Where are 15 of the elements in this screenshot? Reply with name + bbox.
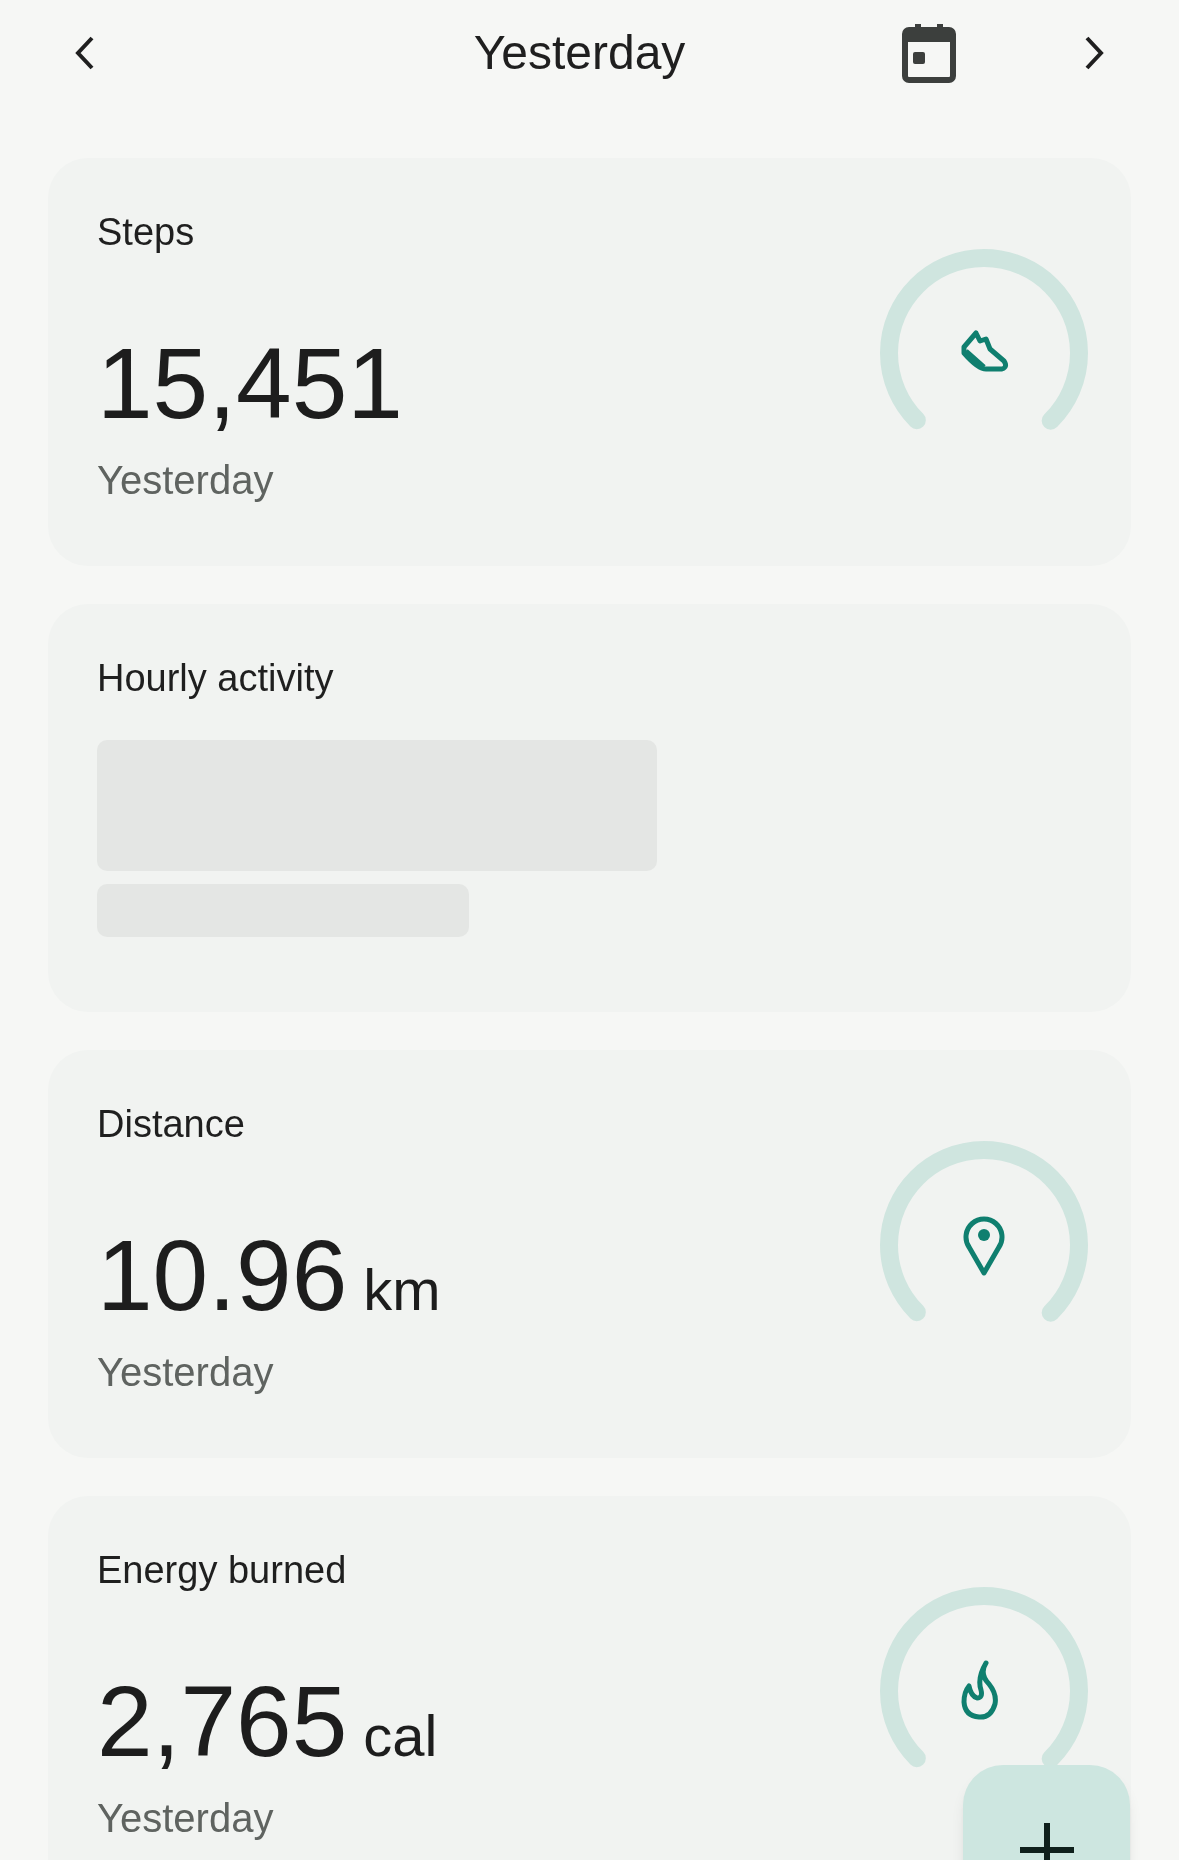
calendar-button[interactable]	[899, 22, 959, 83]
metric-unit: km	[363, 1256, 441, 1324]
calendar-icon	[901, 21, 957, 84]
card-title: Energy burned	[97, 1548, 348, 1593]
date-title: Yesterday	[473, 24, 686, 81]
date-caption: Yesterday	[97, 1349, 274, 1396]
metric-value: 10.96	[97, 1220, 348, 1330]
metric-value: 15,451	[97, 328, 403, 438]
card-title: Steps	[97, 210, 196, 255]
metric-unit: cal	[363, 1702, 438, 1770]
card-title: Distance	[97, 1102, 246, 1147]
metric-value: 2,765	[97, 1666, 348, 1776]
date-caption: Yesterday	[97, 457, 274, 504]
card-title: Hourly activity	[97, 656, 335, 701]
date-caption: Yesterday	[97, 1795, 274, 1842]
